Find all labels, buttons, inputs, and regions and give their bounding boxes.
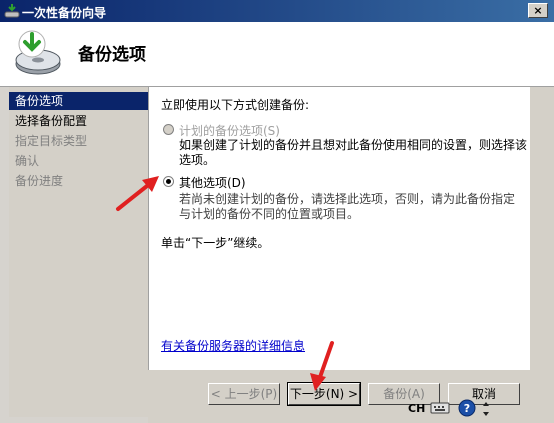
step-backup-options[interactable]: 备份选项 bbox=[9, 92, 148, 110]
help-icon[interactable]: ? bbox=[458, 399, 476, 420]
continue-hint: 单击“下一步”继续。 bbox=[161, 236, 270, 250]
language-indicator[interactable]: CH bbox=[408, 402, 425, 415]
close-button[interactable]: × bbox=[528, 3, 548, 18]
page-title: 备份选项 bbox=[78, 45, 146, 65]
svg-text:?: ? bbox=[464, 402, 470, 415]
backup-app-icon bbox=[4, 3, 20, 22]
tray-scroll-icon[interactable] bbox=[482, 400, 490, 421]
option-other-description: 若尚未创建计划的备份，请选择此选项，否则，请为此备份指定与计划的备份不同的位置或… bbox=[179, 192, 516, 221]
radio-other[interactable] bbox=[163, 176, 174, 187]
annotation-arrow-option bbox=[116, 176, 159, 211]
right-margin bbox=[530, 87, 554, 423]
backup-wizard-window: 一次性备份向导 × 备份选项 备份选项 选择备份配置 指定目标类型 确认 备份进… bbox=[0, 0, 554, 423]
backup-drive-icon bbox=[12, 28, 64, 83]
wizard-content: 立即使用以下方式创建备份: 计划的备份选项(S) 如果创建了计划的备份并且想对此… bbox=[148, 87, 531, 370]
title-bar: 一次性备份向导 × bbox=[0, 0, 554, 22]
radio-scheduled[interactable] bbox=[163, 124, 174, 135]
step-select-config[interactable]: 选择备份配置 bbox=[9, 112, 148, 130]
step-confirm[interactable]: 确认 bbox=[9, 152, 148, 170]
details-link[interactable]: 有关备份服务器的详细信息 bbox=[161, 337, 305, 354]
option-scheduled-label[interactable]: 计划的备份选项(S) bbox=[179, 122, 280, 139]
window-title: 一次性备份向导 bbox=[22, 6, 107, 20]
wizard-steps: 备份选项 选择备份配置 指定目标类型 确认 备份进度 bbox=[9, 87, 148, 417]
step-destination-type[interactable]: 指定目标类型 bbox=[9, 132, 148, 150]
keyboard-icon[interactable] bbox=[430, 400, 450, 419]
option-scheduled-description: 如果创建了计划的备份并且想对此备份使用相同的设置，则选择该选项。 bbox=[179, 138, 528, 167]
wizard-header: 备份选项 bbox=[0, 22, 554, 87]
annotation-arrow-next bbox=[310, 341, 334, 391]
option-other-label[interactable]: 其他选项(D) bbox=[179, 174, 246, 191]
intro-text: 立即使用以下方式创建备份: bbox=[161, 98, 310, 112]
back-button[interactable]: < 上一步(P) bbox=[208, 383, 280, 405]
